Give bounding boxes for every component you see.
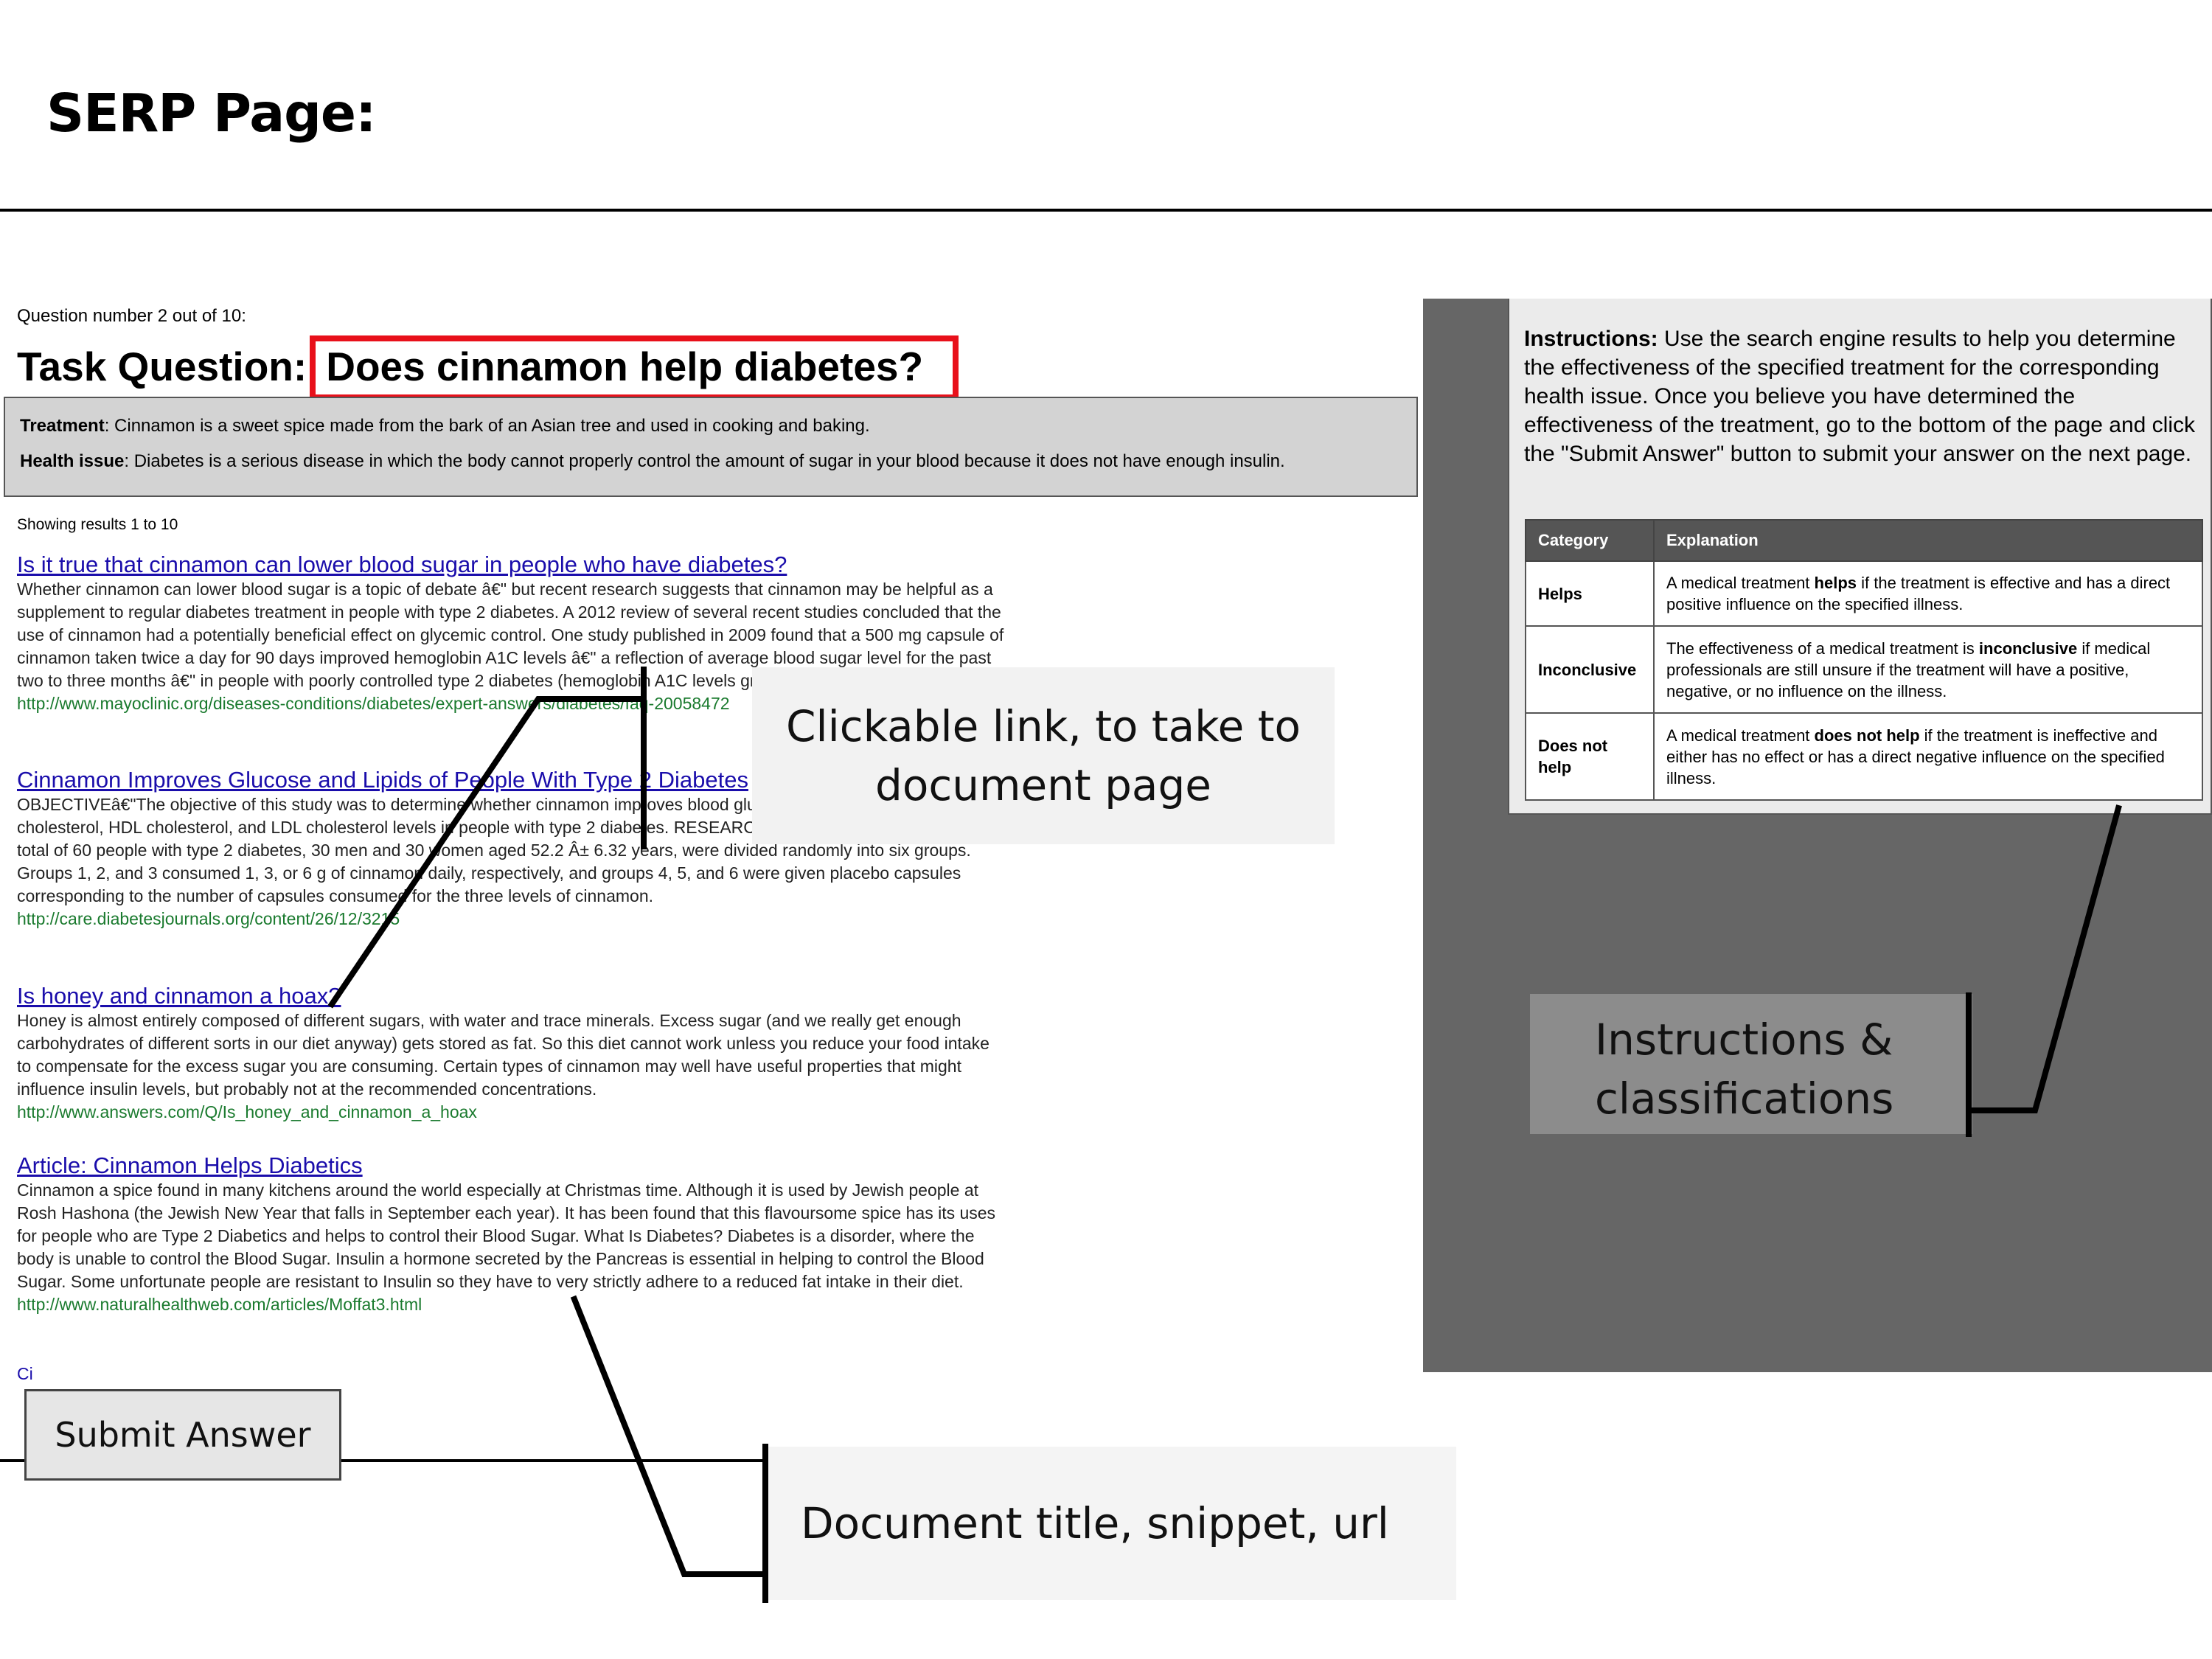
task-question-text: Does cinnamon help diabetes? (310, 335, 959, 400)
question-number: Question number 2 out of 10: (17, 306, 246, 326)
result-url: http://www.answers.com/Q/Is_honey_and_ci… (17, 1102, 477, 1121)
instructions-label: Instructions: (1524, 327, 1658, 351)
leader-document (570, 1295, 768, 1577)
table-row: Does not help A medical treatment does n… (1525, 712, 2203, 801)
result-title-link[interactable]: Article: Cinnamon Helps Diabetics (17, 1152, 1005, 1179)
submit-answer-button[interactable]: Submit Answer (24, 1389, 341, 1481)
result-url: http://www.naturalhealthweb.com/articles… (17, 1295, 422, 1314)
explanation-does-not-help: A medical treatment does not help if the… (1653, 712, 2203, 801)
result-snippet: Honey is almost entirely composed of dif… (17, 1011, 990, 1099)
health-issue-line: Health issue: Diabetes is a serious dise… (20, 451, 1285, 471)
slide-title: SERP Page: (46, 83, 376, 144)
table-header-category: Category (1525, 519, 1655, 562)
category-helps: Helps (1525, 560, 1655, 627)
result-title-link[interactable]: Is honey and cinnamon a hoax? (17, 983, 1005, 1009)
next-result-partial: Ci (17, 1364, 33, 1383)
category-inconclusive: Inconclusive (1525, 625, 1655, 714)
context-box: Treatment: Cinnamon is a sweet spice mad… (4, 397, 1418, 497)
category-does-not-help: Does not help (1525, 712, 1655, 801)
result-url: http://care.diabetesjournals.org/content… (17, 909, 400, 928)
callout-instructions: Instructions & classifications (1530, 994, 1972, 1134)
search-result: Article: Cinnamon Helps Diabetics Cinnam… (17, 1152, 1005, 1316)
table-row: Helps A medical treatment helps if the t… (1525, 560, 2203, 627)
treatment-line: Treatment: Cinnamon is a sweet spice mad… (20, 416, 870, 436)
results-count: Showing results 1 to 10 (17, 516, 178, 533)
table-row: Inconclusive The effectiveness of a medi… (1525, 625, 2203, 714)
explanation-inconclusive: The effectiveness of a medical treatment… (1653, 625, 2203, 714)
instructions-text: Instructions: Use the search engine resu… (1524, 324, 2204, 468)
result-title-link[interactable]: Is it true that cinnamon can lower blood… (17, 552, 1005, 578)
explanation-helps: A medical treatment helps if the treatme… (1653, 560, 2203, 627)
table-header-explanation: Explanation (1653, 519, 2203, 562)
task-question-label: Task Question: (17, 344, 307, 389)
divider-top (0, 209, 2212, 212)
search-result: Is honey and cinnamon a hoax? Honey is a… (17, 983, 1005, 1124)
classification-table: Category Explanation Helps A medical tre… (1525, 519, 2203, 801)
callout-document: Document title, snippet, url (767, 1447, 1456, 1600)
result-snippet: Cinnamon a spice found in many kitchens … (17, 1180, 996, 1291)
task-question-heading: Task Question: Does cinnamon help diabete… (17, 335, 959, 400)
callout-clickable-link: Clickable link, to take to document page (752, 667, 1335, 844)
